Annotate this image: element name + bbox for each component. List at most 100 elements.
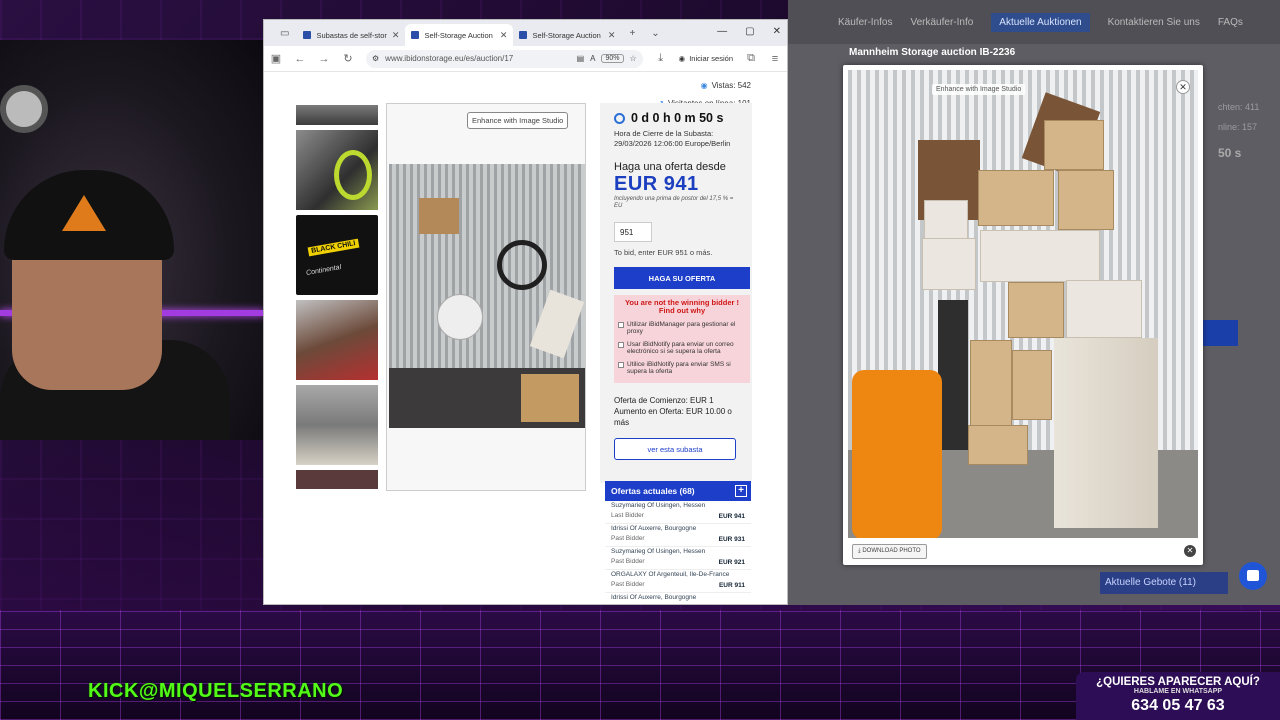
- current-bids-header[interactable]: Ofertas actuales (68) +: [605, 481, 751, 501]
- download-photo-button[interactable]: ⤓ DOWNLOAD PHOTO: [852, 544, 927, 559]
- streamer-handle: @MIQUELSERRANO: [138, 679, 344, 702]
- close-tab-icon[interactable]: ✕: [608, 30, 616, 41]
- favicon-icon: [519, 31, 528, 39]
- thumbnail[interactable]: [296, 385, 378, 465]
- webcam-feed: [0, 40, 264, 440]
- photo-box: [1008, 282, 1064, 338]
- checkbox[interactable]: [618, 342, 624, 348]
- buyer-premium-note: Incluyendo una prima de postor del 17,5 …: [614, 196, 734, 209]
- photo-box: [419, 198, 459, 234]
- thumbnail[interactable]: [296, 105, 378, 125]
- auction-page: ◉Vistas: 542 ↗Visitantes en línea: 101 B…: [264, 73, 787, 604]
- lightbox-close-bottom-icon[interactable]: ✕: [1184, 545, 1196, 557]
- expand-icon[interactable]: +: [735, 485, 747, 497]
- lightbox-enhance-button[interactable]: Enhance with Image Studio: [932, 84, 1026, 95]
- minimize-icon[interactable]: —: [717, 26, 727, 37]
- lightbox-close-icon[interactable]: ✕: [1176, 80, 1190, 94]
- site-info-icon[interactable]: ⚙: [372, 54, 379, 63]
- bid-amount: EUR 911: [718, 582, 745, 589]
- timer-value: 0 d 0 h 0 m 50 s: [631, 111, 724, 125]
- favicon-icon: [411, 31, 420, 39]
- maximize-icon[interactable]: ▢: [745, 26, 754, 37]
- menu-icon[interactable]: ≡: [769, 53, 781, 65]
- window-controls: — ▢ ✕: [717, 26, 781, 37]
- bid-amount-input[interactable]: 951: [614, 222, 652, 242]
- checkbox[interactable]: [618, 322, 624, 328]
- bidder-name: Suzymarieg Of Usingen, Hessen: [611, 502, 706, 509]
- bg-stat: chten: 411: [1218, 102, 1260, 112]
- bid-row: ORGALAXY Of Argenteuil, Ile-De-France Pa…: [605, 570, 751, 593]
- close-tab-icon[interactable]: ✕: [500, 30, 508, 41]
- back-icon[interactable]: ←: [294, 53, 306, 65]
- tab-label: Self-Storage Auction IB: [424, 30, 495, 40]
- bid-amount: EUR 921: [718, 559, 745, 566]
- views-count: Vistas: 542: [711, 81, 751, 90]
- signin-label: Iniciar sesión: [689, 54, 733, 63]
- bg-nav-item-active: Aktuelle Auktionen: [991, 12, 1090, 32]
- close-tab-icon[interactable]: ✕: [392, 30, 400, 41]
- checkbox[interactable]: [618, 362, 624, 368]
- place-bid-button[interactable]: HAGA SU OFERTA: [614, 267, 750, 289]
- profile-icon: ◉: [678, 54, 686, 63]
- photo-chair: [529, 289, 585, 359]
- thumbnail[interactable]: [296, 300, 378, 380]
- bg-nav-item: Verkäufer-Info: [910, 16, 974, 28]
- view-auction-button[interactable]: ver esta subasta: [614, 438, 736, 460]
- kick-handle: KICK @MIQUELSERRANO: [88, 678, 343, 704]
- bid-row: Idrissi Of Auxerre, Bourgogne Past Bidde…: [605, 524, 751, 547]
- bid-hint: To bid, enter EUR 951 o más.: [614, 248, 713, 257]
- current-bids-title: Ofertas actuales (68): [611, 486, 695, 496]
- bid-row: Idrissi Of Auxerre, Bourgogne: [605, 593, 751, 604]
- zoom-level[interactable]: 90%: [601, 54, 624, 63]
- reader-icon[interactable]: ▤: [577, 54, 585, 63]
- reload-icon[interactable]: ↻: [342, 52, 354, 65]
- thumbnail[interactable]: BLACK CHILI Continental: [296, 215, 378, 295]
- thumbnail[interactable]: [296, 130, 378, 210]
- bg-stat: nline: 157: [1218, 122, 1258, 132]
- extensions-icon[interactable]: ⧉: [745, 52, 757, 65]
- signin-button[interactable]: ◉ Iniciar sesión: [679, 54, 733, 63]
- tab-dropdown-icon[interactable]: ⌄: [643, 28, 667, 39]
- photo-box: [922, 238, 976, 290]
- photo-box: [1058, 170, 1114, 230]
- enhance-image-button[interactable]: Enhance with Image Studio: [467, 112, 569, 129]
- not-winning-link[interactable]: You are not the winning bidder ! Find ou…: [618, 299, 746, 315]
- photo-box: [978, 170, 1054, 226]
- not-winning-notice: You are not the winning bidder ! Find ou…: [614, 295, 750, 383]
- download-label: DOWNLOAD PHOTO: [862, 548, 921, 554]
- bidder-name: Suzymarieg Of Usingen, Hessen: [611, 548, 706, 555]
- sidebar-icon[interactable]: ▣: [270, 52, 282, 65]
- tab-subastas[interactable]: Subastas de self-storag ✕: [297, 24, 405, 46]
- tab-auction-active[interactable]: Self-Storage Auction IB ✕: [405, 24, 514, 46]
- favicon-icon: [303, 31, 312, 39]
- tab-label: Subastas de self-storag: [316, 30, 387, 40]
- photo-box: [521, 374, 579, 422]
- current-bids-panel: Ofertas actuales (68) + Suzymarieg Of Us…: [605, 481, 751, 604]
- translate-icon[interactable]: A: [590, 54, 595, 63]
- tab-auction[interactable]: Self-Storage Auction IB ✕: [513, 24, 621, 46]
- favorite-star-icon[interactable]: ☆: [630, 54, 637, 63]
- main-photo[interactable]: [389, 164, 585, 428]
- promo-headline: ¿QUIERES APARECER AQUÍ?: [1096, 676, 1260, 688]
- close-window-icon[interactable]: ✕: [773, 26, 781, 37]
- film-reel-icon: [0, 85, 48, 133]
- option-label: Utilizar iBidManager para gestionar el p…: [627, 321, 736, 335]
- photo-mattress: [1054, 338, 1158, 528]
- photo-table: [437, 294, 483, 340]
- tab-list-icon[interactable]: ▭: [272, 28, 297, 39]
- download-icon[interactable]: ⤓: [655, 52, 667, 65]
- option-label: Utilice iBidNotify para enviar SMS si su…: [627, 361, 731, 375]
- option-email-notify[interactable]: Usar iBidNotify para enviar un correo el…: [618, 341, 746, 355]
- option-ibidmanager[interactable]: Utilizar iBidManager para gestionar el p…: [618, 321, 746, 335]
- tab-bar: ▭ Subastas de self-storag ✕ Self-Storage…: [264, 20, 787, 46]
- new-tab-icon[interactable]: +: [621, 28, 643, 39]
- thumb-label: BLACK CHILI: [307, 238, 360, 257]
- option-sms-notify[interactable]: Utilice iBidNotify para enviar SMS si su…: [618, 361, 746, 375]
- option-label: Usar iBidNotify para enviar un correo el…: [627, 341, 734, 355]
- thumbnail[interactable]: [296, 470, 378, 489]
- clock-icon: [614, 112, 625, 124]
- photo-suitcase: [852, 370, 942, 538]
- main-photo-panel: Enhance with Image Studio: [386, 103, 586, 491]
- forward-icon[interactable]: →: [318, 53, 330, 65]
- address-bar[interactable]: ⚙ www.ibidonstorage.eu/es/auction/17 ▤ A…: [366, 49, 643, 68]
